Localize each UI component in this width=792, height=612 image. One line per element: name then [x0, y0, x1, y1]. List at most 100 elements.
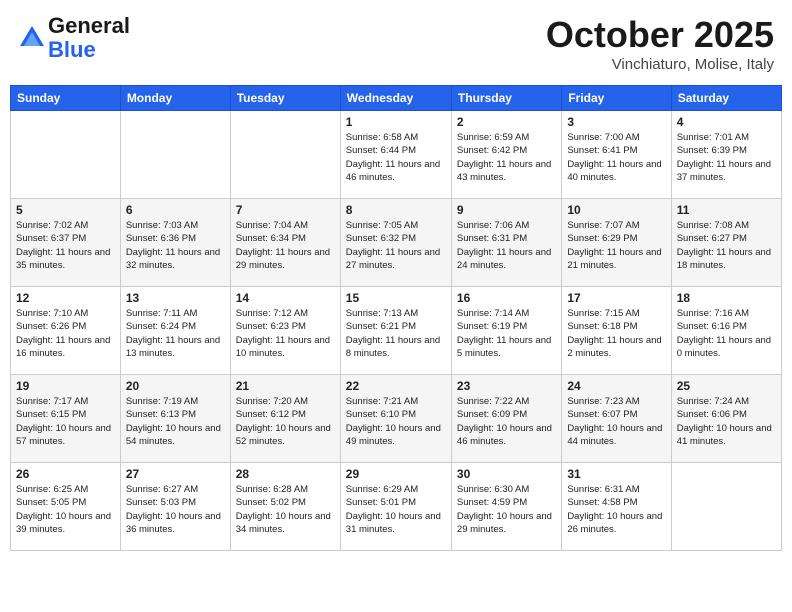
day-number: 31 [567, 467, 665, 481]
col-header-friday: Friday [562, 86, 671, 111]
day-info: Sunrise: 7:22 AM Sunset: 6:09 PM Dayligh… [457, 395, 556, 448]
day-number: 21 [236, 379, 335, 393]
calendar-cell: 22 Sunrise: 7:21 AM Sunset: 6:10 PM Dayli… [340, 375, 451, 463]
calendar-cell [230, 111, 340, 199]
col-header-thursday: Thursday [451, 86, 561, 111]
day-number: 14 [236, 291, 335, 305]
day-info: Sunrise: 7:06 AM Sunset: 6:31 PM Dayligh… [457, 219, 556, 272]
day-number: 17 [567, 291, 665, 305]
calendar-cell: 28Sunrise: 6:28 AM Sunset: 5:02 PM Dayli… [230, 463, 340, 551]
day-number: 13 [126, 291, 225, 305]
calendar-cell [120, 111, 230, 199]
day-info: Sunrise: 7:14 AM Sunset: 6:19 PM Dayligh… [457, 307, 556, 360]
day-info: Sunrise: 6:27 AM Sunset: 5:03 PM Dayligh… [126, 483, 225, 536]
day-number: 3 [567, 115, 665, 129]
day-info: Sunrise: 7:10 AM Sunset: 6:26 PM Dayligh… [16, 307, 115, 360]
calendar-cell: 8Sunrise: 7:05 AM Sunset: 6:32 PM Daylig… [340, 199, 451, 287]
logo: General Blue [18, 14, 130, 62]
day-number: 7 [236, 203, 335, 217]
month-title: October 2025 [546, 14, 774, 56]
day-info: Sunrise: 7:00 AM Sunset: 6:41 PM Dayligh… [567, 131, 665, 184]
title-block: October 2025 Vinchiaturo, Molise, Italy [546, 14, 774, 73]
calendar-cell: 17 Sunrise: 7:15 AM Sunset: 6:18 PM Dayli… [562, 287, 671, 375]
day-info: Sunrise: 6:59 AM Sunset: 6:42 PM Dayligh… [457, 131, 556, 184]
calendar-cell: 21 Sunrise: 7:20 AM Sunset: 6:12 PM Dayli… [230, 375, 340, 463]
calendar-week-row: 5Sunrise: 7:02 AM Sunset: 6:37 PM Daylig… [11, 199, 782, 287]
day-info: Sunrise: 6:58 AM Sunset: 6:44 PM Dayligh… [346, 131, 446, 184]
calendar-cell: 31 Sunrise: 6:31 AM Sunset: 4:58 PM Dayli… [562, 463, 671, 551]
day-number: 20 [126, 379, 225, 393]
day-number: 15 [346, 291, 446, 305]
calendar-cell: 19 Sunrise: 7:17 AM Sunset: 6:15 PM Dayli… [11, 375, 121, 463]
calendar-cell: 15Sunrise: 7:13 AM Sunset: 6:21 PM Dayli… [340, 287, 451, 375]
calendar-cell: 27 Sunrise: 6:27 AM Sunset: 5:03 PM Dayli… [120, 463, 230, 551]
day-number: 30 [457, 467, 556, 481]
day-number: 22 [346, 379, 446, 393]
calendar-cell: 30 Sunrise: 6:30 AM Sunset: 4:59 PM Dayli… [451, 463, 561, 551]
day-info: Sunrise: 7:04 AM Sunset: 6:34 PM Dayligh… [236, 219, 335, 272]
day-info: Sunrise: 6:29 AM Sunset: 5:01 PM Dayligh… [346, 483, 446, 536]
day-number: 4 [677, 115, 776, 129]
location-subtitle: Vinchiaturo, Molise, Italy [546, 56, 774, 73]
calendar-cell: 12Sunrise: 7:10 AM Sunset: 6:26 PM Dayli… [11, 287, 121, 375]
day-info: Sunrise: 7:21 AM Sunset: 6:10 PM Dayligh… [346, 395, 446, 448]
day-info: Sunrise: 6:30 AM Sunset: 4:59 PM Dayligh… [457, 483, 556, 536]
calendar-cell: 6 Sunrise: 7:03 AM Sunset: 6:36 PM Daylig… [120, 199, 230, 287]
day-info: Sunrise: 7:02 AM Sunset: 6:37 PM Dayligh… [16, 219, 115, 272]
calendar-week-row: 26 Sunrise: 6:25 AM Sunset: 5:05 PM Dayli… [11, 463, 782, 551]
day-number: 1 [346, 115, 446, 129]
day-info: Sunrise: 6:31 AM Sunset: 4:58 PM Dayligh… [567, 483, 665, 536]
calendar-cell: 9 Sunrise: 7:06 AM Sunset: 6:31 PM Daylig… [451, 199, 561, 287]
col-header-monday: Monday [120, 86, 230, 111]
day-number: 19 [16, 379, 115, 393]
calendar-cell: 23 Sunrise: 7:22 AM Sunset: 6:09 PM Dayli… [451, 375, 561, 463]
calendar-cell: 16 Sunrise: 7:14 AM Sunset: 6:19 PM Dayli… [451, 287, 561, 375]
day-number: 18 [677, 291, 776, 305]
calendar-cell [671, 463, 781, 551]
day-info: Sunrise: 7:12 AM Sunset: 6:23 PM Dayligh… [236, 307, 335, 360]
calendar-cell: 3 Sunrise: 7:00 AM Sunset: 6:41 PM Daylig… [562, 111, 671, 199]
day-number: 26 [16, 467, 115, 481]
calendar-cell: 7 Sunrise: 7:04 AM Sunset: 6:34 PM Daylig… [230, 199, 340, 287]
calendar-cell: 26 Sunrise: 6:25 AM Sunset: 5:05 PM Dayli… [11, 463, 121, 551]
day-number: 11 [677, 203, 776, 217]
calendar-header-row: SundayMondayTuesdayWednesdayThursdayFrid… [11, 86, 782, 111]
day-info: Sunrise: 7:17 AM Sunset: 6:15 PM Dayligh… [16, 395, 115, 448]
day-number: 27 [126, 467, 225, 481]
col-header-tuesday: Tuesday [230, 86, 340, 111]
day-info: Sunrise: 7:23 AM Sunset: 6:07 PM Dayligh… [567, 395, 665, 448]
day-info: Sunrise: 7:16 AM Sunset: 6:16 PM Dayligh… [677, 307, 776, 360]
day-info: Sunrise: 7:03 AM Sunset: 6:36 PM Dayligh… [126, 219, 225, 272]
calendar-week-row: 12Sunrise: 7:10 AM Sunset: 6:26 PM Dayli… [11, 287, 782, 375]
day-number: 29 [346, 467, 446, 481]
day-number: 9 [457, 203, 556, 217]
day-number: 6 [126, 203, 225, 217]
calendar-cell: 10Sunrise: 7:07 AM Sunset: 6:29 PM Dayli… [562, 199, 671, 287]
calendar-table: SundayMondayTuesdayWednesdayThursdayFrid… [10, 85, 782, 551]
calendar-cell: 24Sunrise: 7:23 AM Sunset: 6:07 PM Dayli… [562, 375, 671, 463]
day-info: Sunrise: 7:19 AM Sunset: 6:13 PM Dayligh… [126, 395, 225, 448]
day-number: 25 [677, 379, 776, 393]
col-header-wednesday: Wednesday [340, 86, 451, 111]
page-header: General Blue October 2025 Vinchiaturo, M… [10, 10, 782, 77]
logo-icon [18, 24, 46, 52]
day-number: 10 [567, 203, 665, 217]
calendar-cell [11, 111, 121, 199]
day-info: Sunrise: 7:20 AM Sunset: 6:12 PM Dayligh… [236, 395, 335, 448]
calendar-cell: 18 Sunrise: 7:16 AM Sunset: 6:16 PM Dayli… [671, 287, 781, 375]
day-info: Sunrise: 7:15 AM Sunset: 6:18 PM Dayligh… [567, 307, 665, 360]
calendar-week-row: 1 Sunrise: 6:58 AM Sunset: 6:44 PM Daylig… [11, 111, 782, 199]
logo-blue: Blue [48, 37, 96, 62]
day-number: 28 [236, 467, 335, 481]
day-number: 23 [457, 379, 556, 393]
calendar-cell: 11Sunrise: 7:08 AM Sunset: 6:27 PM Dayli… [671, 199, 781, 287]
day-number: 2 [457, 115, 556, 129]
calendar-cell: 25Sunrise: 7:24 AM Sunset: 6:06 PM Dayli… [671, 375, 781, 463]
day-info: Sunrise: 7:01 AM Sunset: 6:39 PM Dayligh… [677, 131, 776, 184]
calendar-cell: 4 Sunrise: 7:01 AM Sunset: 6:39 PM Daylig… [671, 111, 781, 199]
day-number: 16 [457, 291, 556, 305]
calendar-cell: 5Sunrise: 7:02 AM Sunset: 6:37 PM Daylig… [11, 199, 121, 287]
calendar-week-row: 19 Sunrise: 7:17 AM Sunset: 6:15 PM Dayli… [11, 375, 782, 463]
day-info: Sunrise: 6:25 AM Sunset: 5:05 PM Dayligh… [16, 483, 115, 536]
day-number: 8 [346, 203, 446, 217]
